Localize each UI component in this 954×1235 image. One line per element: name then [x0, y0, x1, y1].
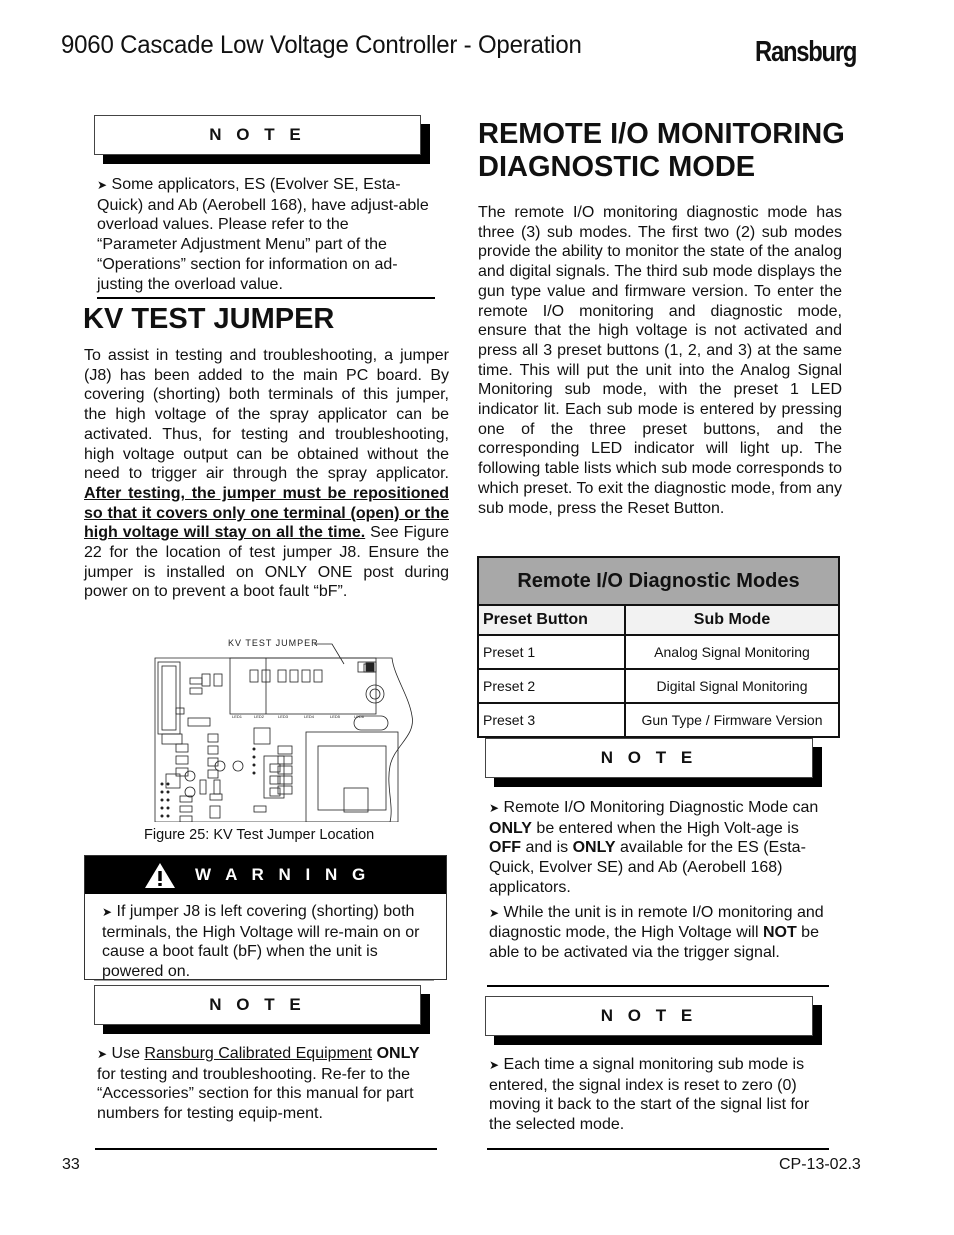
- note-label: N O T E: [485, 738, 813, 778]
- note-overload-text: ➤ Some applicators, ES (Evolver SE, Esta…: [97, 176, 429, 293]
- bullet-arrow-icon: ➤: [97, 178, 108, 192]
- note-box-overload: N O T E: [94, 115, 430, 164]
- bullet-arrow-icon: ➤: [102, 905, 113, 919]
- sub-mode-cell: Gun Type / Firmware Version: [624, 702, 840, 738]
- figure-caption: Figure 25: KV Test Jumper Location: [144, 827, 375, 843]
- pcb-diagram-figure: LED1 LED2 LED3 LED4 LED5 LED6 KV TEST JUMPER: [154, 638, 413, 822]
- document-code: CP-13-02.3: [779, 1156, 861, 1173]
- sub-mode-cell: Analog Signal Monitoring: [624, 634, 840, 670]
- note-calibrated-equipment-text: ➤ Use Ransburg Calibrated Equipment ONLY…: [97, 1045, 420, 1123]
- table-title: Remote I/O Diagnostic Modes: [477, 556, 840, 606]
- bullet-arrow-icon: ➤: [489, 801, 500, 815]
- figure-callout-label: KV TEST JUMPER: [228, 638, 319, 648]
- bullet-arrow-icon: ➤: [97, 1047, 108, 1061]
- svg-text:LED1: LED1: [232, 714, 243, 719]
- column-header-preset-button: Preset Button: [477, 604, 626, 636]
- page-number: 33: [62, 1156, 80, 1173]
- note-box-remote-io: N O T E: [485, 738, 822, 787]
- bullet-arrow-icon: ➤: [489, 1058, 500, 1072]
- note-label: N O T E: [485, 996, 813, 1036]
- warning-label: W A R N I N G: [195, 865, 371, 884]
- section-title-remote-io: REMOTE I/O MONITORING DIAGNOSTIC MODE: [478, 118, 845, 183]
- table-row: Preset 1 Analog Signal Monitoring: [477, 634, 840, 670]
- warning-triangle-icon: [145, 863, 175, 888]
- calibrated-equipment-link: Ransburg Calibrated Equipment: [144, 1045, 373, 1062]
- column-header-sub-mode: Sub Mode: [624, 604, 840, 636]
- preset-cell: Preset 2: [477, 668, 626, 704]
- note-label: N O T E: [94, 985, 421, 1025]
- brand-logo: Ransburg: [755, 36, 857, 68]
- svg-text:LED5: LED5: [330, 714, 341, 719]
- note-box-signal-index: N O T E: [485, 996, 822, 1045]
- note-label: N O T E: [94, 115, 421, 155]
- kv-test-jumper-body: To assist in testing and troubleshooting…: [84, 347, 449, 601]
- warning-header: W A R N I N G: [85, 856, 446, 894]
- note-bullet: ➤ While the unit is in remote I/O monito…: [489, 903, 824, 961]
- warning-text: ➤ If jumper J8 is left covering (shortin…: [102, 903, 420, 981]
- capacitor: [365, 684, 385, 704]
- resistor-bank: [263, 755, 285, 799]
- table-row: Preset 3 Gun Type / Firmware Version: [477, 702, 840, 738]
- warning-box: W A R N I N G ➤ If jumper J8 is left cov…: [84, 855, 447, 980]
- svg-text:LED4: LED4: [304, 714, 315, 719]
- table-row: Preset 2 Digital Signal Monitoring: [477, 668, 840, 704]
- divider: [94, 980, 434, 981]
- preset-cell: Preset 1: [477, 634, 626, 670]
- divider: [97, 297, 435, 299]
- svg-text:LED6: LED6: [354, 714, 365, 719]
- svg-text:LED2: LED2: [254, 714, 265, 719]
- page-header-title: 9060 Cascade Low Voltage Controller - Op…: [61, 31, 582, 59]
- microcontroller-outline: [305, 731, 399, 822]
- note-bullet: ➤ Remote I/O Monitoring Diagnostic Mode …: [489, 799, 819, 896]
- divider: [95, 1148, 437, 1150]
- remote-io-body: The remote I/O monitoring diagnostic mod…: [478, 204, 842, 517]
- section-title-kv-test-jumper: KV TEST JUMPER: [83, 303, 335, 335]
- diagnostic-modes-table: Remote I/O Diagnostic Modes Preset Butto…: [477, 556, 840, 738]
- bullet-arrow-icon: ➤: [489, 905, 500, 920]
- note-remote-io-text: ➤ Remote I/O Monitoring Diagnostic Mode …: [489, 798, 829, 963]
- note-signal-index-text: ➤ Each time a signal monitoring sub mode…: [489, 1056, 810, 1134]
- note-box-calibrated-equipment: N O T E: [94, 985, 430, 1034]
- divider: [487, 985, 829, 987]
- divider: [487, 1148, 829, 1150]
- svg-text:LED3: LED3: [278, 714, 289, 719]
- preset-cell: Preset 3: [477, 702, 626, 738]
- connector-strip: [157, 661, 181, 735]
- sub-mode-cell: Digital Signal Monitoring: [624, 668, 840, 704]
